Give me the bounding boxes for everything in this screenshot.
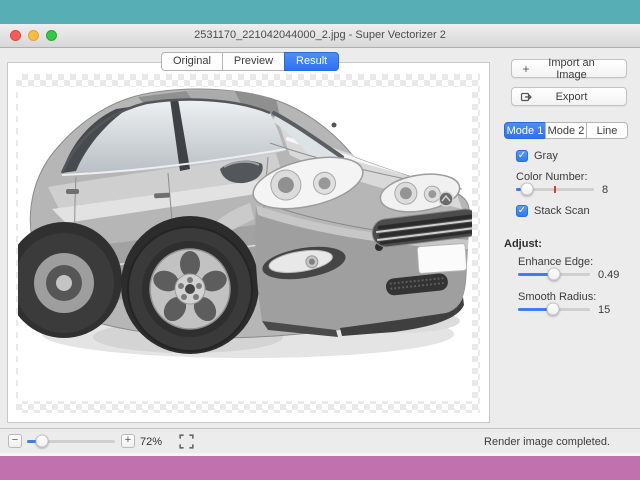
fullscreen-icon: [179, 434, 194, 449]
export-button[interactable]: Export: [511, 87, 627, 106]
zoom-in-button[interactable]: +: [121, 434, 135, 448]
enhance-edge-slider[interactable]: [518, 268, 590, 281]
smooth-radius-slider[interactable]: [518, 303, 590, 316]
zoom-percentage: 72%: [140, 436, 162, 448]
slider-thumb[interactable]: [35, 435, 48, 448]
window-title: 2531170_221042044000_2.jpg - Super Vecto…: [0, 24, 640, 47]
stack-scan-option: ✓ Stack Scan: [516, 205, 590, 217]
render-status-text: Render image completed.: [484, 436, 610, 448]
bottom-letterbox-strip: [0, 456, 640, 480]
stack-scan-checkbox[interactable]: ✓: [516, 205, 528, 217]
slider-thumb[interactable]: [546, 303, 559, 316]
view-tabbar: Original Preview Result: [161, 52, 339, 71]
fit-to-screen-button[interactable]: [179, 434, 194, 449]
status-bar: − + 72% Render image completed.: [0, 428, 640, 453]
smooth-radius-label: Smooth Radius:: [518, 291, 596, 303]
enhance-edge-slider-row: 0.49: [518, 268, 619, 281]
export-arrow-icon: [519, 91, 533, 103]
app-window: 2531170_221042044000_2.jpg - Super Vecto…: [0, 0, 640, 480]
smooth-radius-value: 15: [598, 304, 610, 316]
gray-label: Gray: [534, 150, 558, 162]
result-image-area: [18, 87, 472, 401]
color-number-label: Color Number:: [516, 171, 588, 183]
front-wheel: [121, 216, 259, 354]
top-letterbox-strip: [0, 0, 640, 24]
export-label: Export: [533, 91, 610, 103]
settings-panel: + Import an Image Export Mode 1 Mode 2 L…: [500, 47, 640, 428]
gray-option: ✓ Gray: [516, 150, 558, 162]
enhance-edge-label: Enhance Edge:: [518, 256, 593, 268]
tab-result[interactable]: Result: [284, 52, 339, 71]
plus-icon: +: [519, 63, 533, 75]
canvas-zoom-slider[interactable]: [27, 435, 115, 448]
smooth-radius-slider-row: 15: [518, 303, 610, 316]
tab-preview[interactable]: Preview: [222, 52, 285, 71]
color-number-value: 8: [602, 184, 608, 196]
line-segment[interactable]: Line: [586, 122, 628, 139]
mode-segmented-control: Mode 1 Mode 2 Line: [504, 122, 628, 139]
adjust-heading: Adjust:: [504, 238, 542, 250]
color-number-slider-row: 8: [516, 183, 608, 196]
license-plate: [417, 243, 467, 273]
vectorized-car-image: [18, 87, 472, 401]
slider-center-tick: [554, 186, 556, 193]
color-number-slider[interactable]: [516, 183, 594, 196]
title-bar: 2531170_221042044000_2.jpg - Super Vecto…: [0, 24, 640, 48]
import-image-button[interactable]: + Import an Image: [511, 59, 627, 78]
mode-2-segment[interactable]: Mode 2: [545, 122, 587, 139]
import-image-label: Import an Image: [533, 57, 610, 81]
transparency-checkerboard: [16, 74, 480, 413]
canvas-panel: [7, 62, 490, 423]
mode-1-segment[interactable]: Mode 1: [504, 122, 546, 139]
gray-checkbox[interactable]: ✓: [516, 150, 528, 162]
slider-thumb[interactable]: [520, 183, 533, 196]
enhance-edge-value: 0.49: [598, 269, 619, 281]
stack-scan-label: Stack Scan: [534, 205, 590, 217]
brand-badge: [439, 192, 453, 206]
zoom-out-button[interactable]: −: [8, 434, 22, 448]
tab-original[interactable]: Original: [161, 52, 223, 71]
slider-thumb[interactable]: [548, 268, 561, 281]
